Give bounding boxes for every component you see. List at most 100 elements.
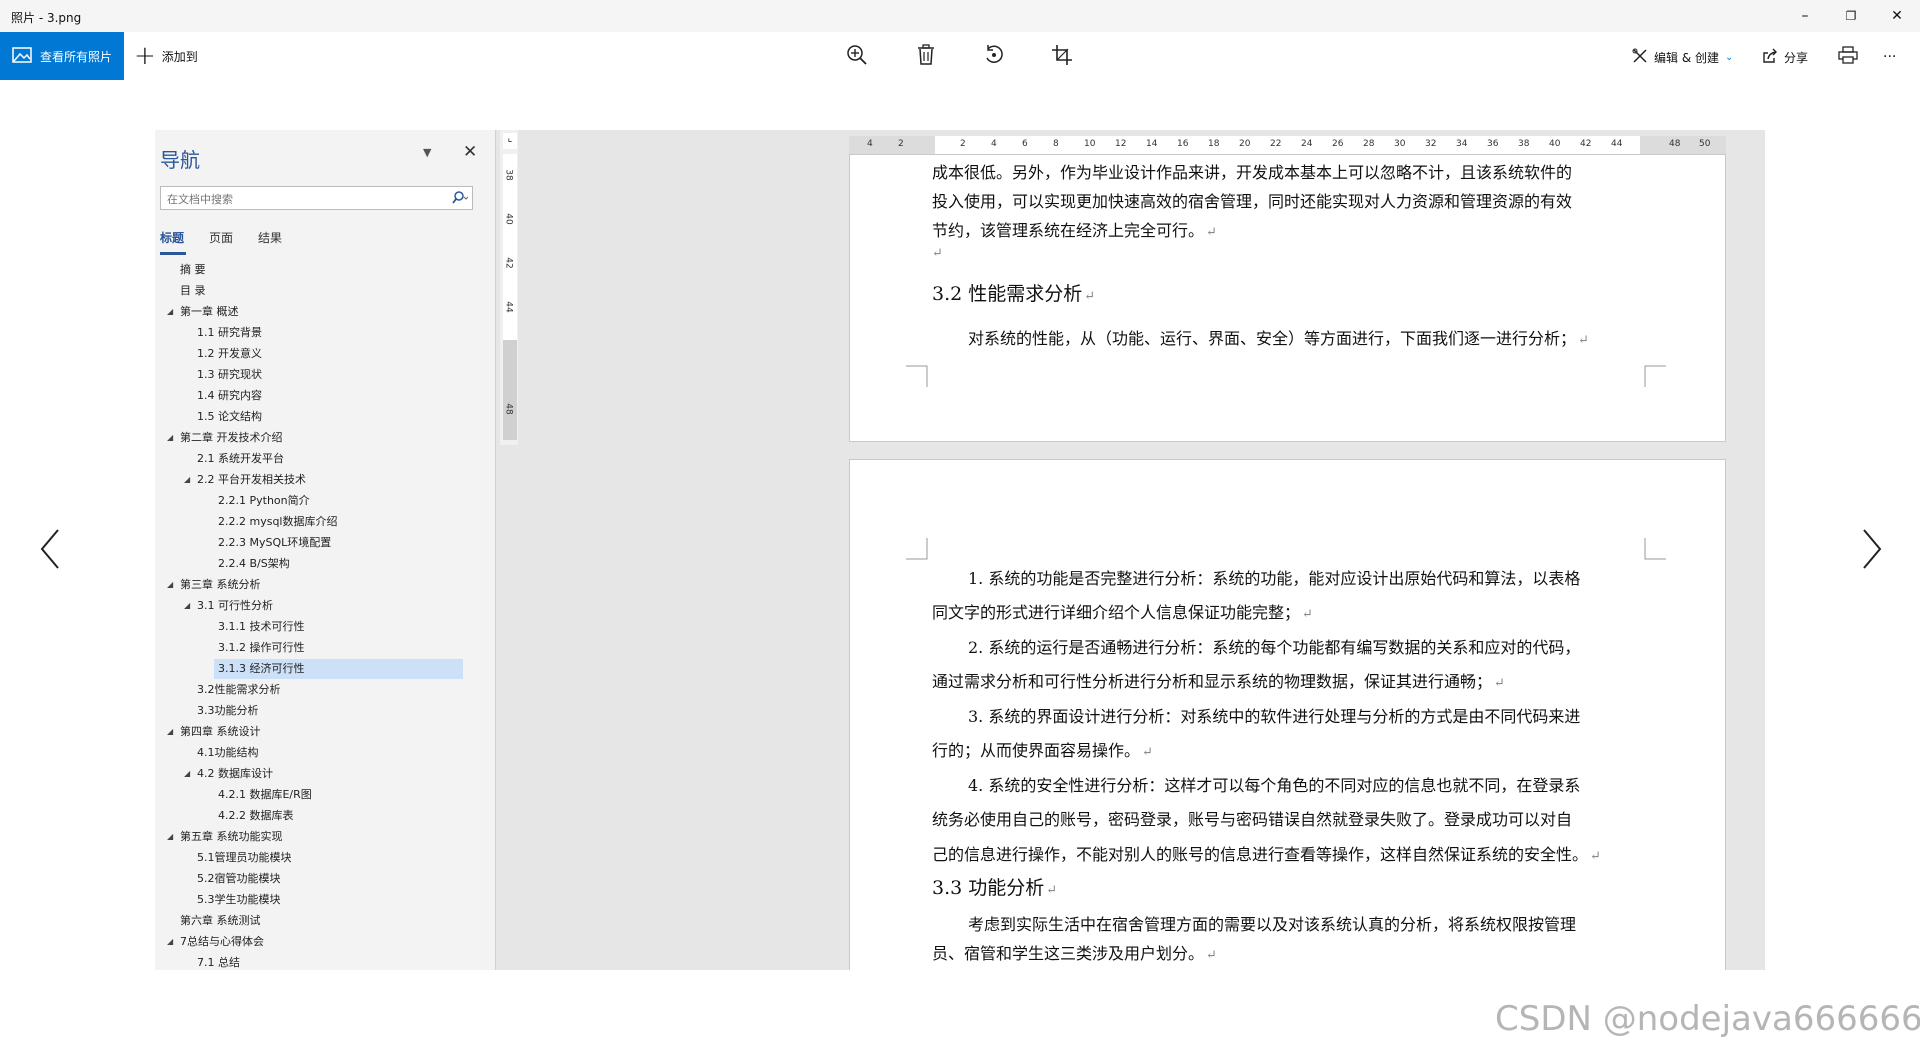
tree-item[interactable]: 4.2.1 数据库E/R图 — [218, 785, 312, 805]
tree-item[interactable]: 1.5 论文结构 — [197, 407, 262, 427]
tree-item[interactable]: 3.2性能需求分析 — [197, 680, 281, 700]
edit-icon — [1632, 48, 1648, 67]
tree-item[interactable]: 第六章 系统测试 — [180, 911, 261, 931]
tab-selector-icon[interactable]: ⌞ — [503, 133, 517, 149]
rotate-button[interactable] — [980, 44, 1008, 70]
tree-item-label: 7总结与心得体会 — [180, 935, 264, 948]
restore-button[interactable]: ❐ — [1828, 0, 1874, 32]
ruler-number: 40 — [1549, 139, 1561, 149]
previous-photo-icon[interactable] — [36, 528, 66, 570]
tree-item-label: 5.1管理员功能模块 — [197, 851, 292, 864]
doc-line: 2. 系统的运行是否通畅进行分析：系统的每个功能都有编写数据的关系和应对的代码， — [968, 638, 1581, 657]
margin-corner-mark — [1644, 365, 1666, 387]
tree-item[interactable]: 2.2.3 MySQL环境配置 — [218, 533, 331, 553]
tree-item-label: 1.1 研究背景 — [197, 326, 262, 339]
tree-item[interactable]: ◢ 第四章 系统设计 — [167, 722, 261, 742]
view-all-photos-button[interactable]: 查看所有照片 — [0, 32, 124, 80]
collapse-arrow-icon[interactable]: ◢ — [167, 722, 173, 742]
nav-search-box[interactable] — [160, 186, 473, 211]
tree-item[interactable]: 5.1管理员功能模块 — [197, 848, 292, 868]
collapse-arrow-icon[interactable]: ◢ — [184, 470, 190, 490]
tree-item-label: 3.1 可行性分析 — [197, 599, 273, 612]
tree-item[interactable]: 5.2宿管功能模块 — [197, 869, 281, 889]
tree-item-label: 4.2.1 数据库E/R图 — [218, 788, 312, 801]
tree-item[interactable]: 2.1 系统开发平台 — [197, 449, 284, 469]
vertical-ruler-margin — [503, 340, 517, 440]
ruler-number: 2 — [960, 139, 966, 149]
tree-item-label: 摘 要 — [180, 263, 206, 276]
print-button[interactable] — [1834, 44, 1862, 70]
crop-button[interactable] — [1048, 44, 1076, 70]
ruler-number: 48 — [1669, 139, 1681, 149]
tree-item[interactable]: 3.3功能分析 — [197, 701, 259, 721]
tree-item[interactable]: ◢ 3.1 可行性分析 — [184, 596, 273, 616]
collapse-arrow-icon[interactable]: ◢ — [167, 575, 173, 595]
edit-create-label: 编辑 & 创建 — [1654, 50, 1719, 65]
tree-item[interactable]: 4.2.2 数据库表 — [218, 806, 294, 826]
tree-item[interactable]: 3.1.1 技术可行性 — [218, 617, 305, 637]
tree-item[interactable]: ◢ 第五章 系统功能实现 — [167, 827, 283, 847]
tree-item[interactable]: ◢ 2.2 平台开发相关技术 — [184, 470, 306, 490]
tree-item-label: 第四章 系统设计 — [180, 725, 261, 738]
tree-item[interactable]: 2.2.2 mysql数据库介绍 — [218, 512, 337, 532]
tree-item[interactable]: ◢ 7总结与心得体会 — [167, 932, 264, 952]
collapse-arrow-icon[interactable]: ◢ — [167, 827, 173, 847]
tree-item[interactable]: 5.3学生功能模块 — [197, 890, 281, 910]
close-button[interactable]: ✕ — [1874, 0, 1920, 32]
tree-item[interactable]: 1.1 研究背景 — [197, 323, 262, 343]
title-bar: 照片 - 3.png – ❐ ✕ — [0, 0, 1920, 32]
collapse-arrow-icon[interactable]: ◢ — [184, 596, 190, 616]
ruler-number: 22 — [1270, 139, 1282, 149]
tree-item[interactable]: 3.1.2 操作可行性 — [218, 638, 305, 658]
horizontal-ruler: 4 2 2 4 6 8 10 12 14 16 18 20 22 24 26 28 30 32 34 36 38 40 42… — [849, 136, 1726, 154]
doc-paragraph: 对系统的性能，从（功能、运行、界面、安全）等方面进行，下面我们逐一进行分析； ↵ — [968, 329, 1589, 348]
doc-line: 同文字的形式进行详细介绍个人信息保证功能完整； ↵ — [932, 603, 1313, 622]
delete-button[interactable] — [912, 44, 940, 70]
tree-item[interactable]: 7.1 总结 — [197, 953, 240, 970]
active-tab-indicator — [160, 252, 186, 255]
tree-item-label: 1.3 研究现状 — [197, 368, 262, 381]
edit-create-button[interactable]: 编辑 & 创建 ⌄ — [1632, 44, 1733, 70]
tree-item-selected[interactable]: 3.1.3 经济可行性 — [214, 659, 463, 679]
tree-item[interactable]: 2.2.1 Python简介 — [218, 491, 310, 511]
next-photo-icon[interactable] — [1856, 528, 1886, 570]
rotate-icon — [983, 44, 1005, 70]
tab-results[interactable]: 结果 — [258, 229, 282, 246]
ruler-number: 40 — [503, 213, 514, 225]
tree-item[interactable]: 4.1功能结构 — [197, 743, 259, 763]
tree-item[interactable]: 2.2.4 B/S架构 — [218, 554, 290, 574]
tree-item[interactable]: 1.3 研究现状 — [197, 365, 262, 385]
tab-headings[interactable]: 标题 — [160, 229, 184, 246]
nav-dropdown-icon[interactable]: ▼ — [423, 146, 431, 159]
zoom-button[interactable] — [843, 44, 871, 70]
search-icon[interactable] — [450, 190, 469, 210]
collapse-arrow-icon[interactable]: ◢ — [167, 428, 173, 448]
tree-item[interactable]: 1.4 研究内容 — [197, 386, 262, 406]
more-button[interactable]: ··· — [1883, 44, 1896, 70]
collapse-arrow-icon[interactable]: ◢ — [184, 764, 190, 784]
minimize-button[interactable]: – — [1782, 0, 1828, 32]
nav-close-icon[interactable]: ✕ — [463, 142, 477, 162]
ruler-number: 8 — [1053, 139, 1059, 149]
tree-item[interactable]: 1.2 开发意义 — [197, 344, 262, 364]
ruler-number: 26 — [1332, 139, 1344, 149]
navigation-pane: 导航 ▼ ✕ 标题 页面 结果 摘 要目 录 ◢ 第一章 概述 1.1 研究背景 1.2… — [155, 130, 496, 970]
tree-item[interactable]: ◢ 第一章 概述 — [167, 302, 239, 322]
nav-search-input[interactable] — [161, 187, 439, 211]
add-to-button[interactable]: + 添加到 — [134, 32, 198, 80]
collapse-arrow-icon[interactable]: ◢ — [167, 932, 173, 952]
tree-item[interactable]: ◢ 第三章 系统分析 — [167, 575, 261, 595]
tab-pages[interactable]: 页面 — [209, 229, 233, 246]
collapse-arrow-icon[interactable]: ◢ — [167, 302, 173, 322]
tree-item[interactable]: ◢ 4.2 数据库设计 — [184, 764, 273, 784]
chevron-down-icon: ⌄ — [1725, 51, 1734, 63]
share-button[interactable]: 分享 — [1762, 44, 1808, 70]
document-page-1: 成本很低。另外，作为毕业设计作品来讲，开发成本基本上可以忽略不计，且该系统软件的… — [849, 154, 1726, 442]
tree-item-label: 3.3功能分析 — [197, 704, 259, 717]
tree-item[interactable]: 目 录 — [180, 281, 206, 301]
window-title: 照片 - 3.png — [11, 11, 82, 25]
tree-item[interactable]: 摘 要 — [180, 260, 206, 280]
tree-item-label: 第二章 开发技术介绍 — [180, 431, 283, 444]
ruler-number: 2 — [898, 139, 904, 149]
tree-item[interactable]: ◢ 第二章 开发技术介绍 — [167, 428, 283, 448]
